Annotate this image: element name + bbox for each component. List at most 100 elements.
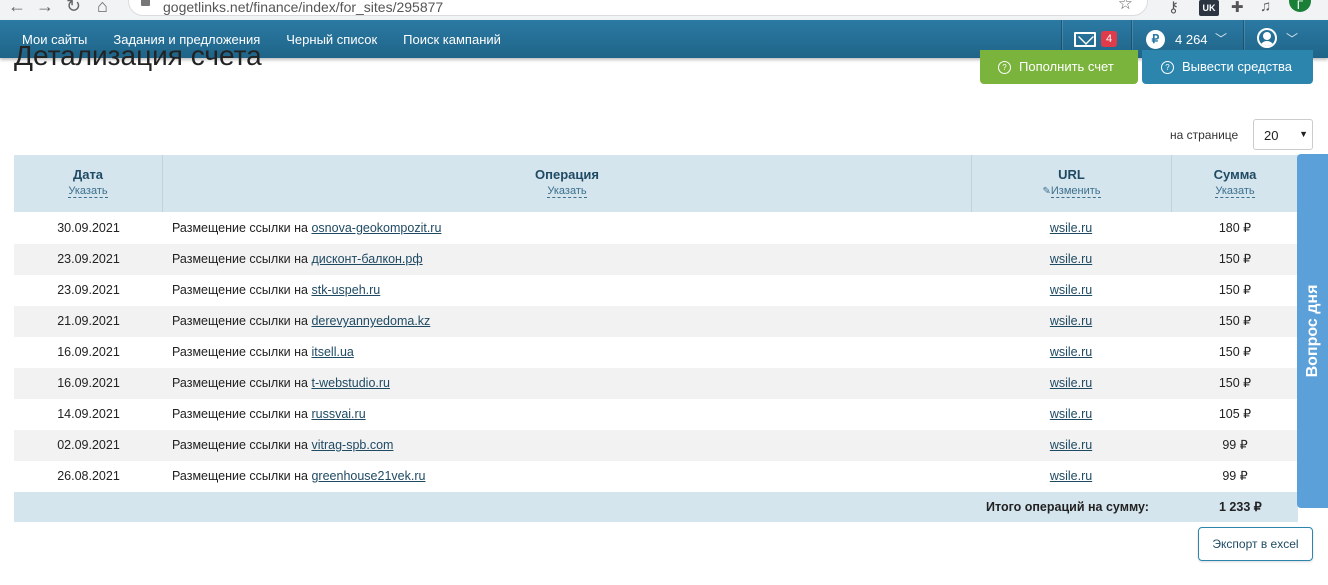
column-url-change[interactable]: Изменить [1050,185,1101,198]
table-row: 16.09.2021 Размещение ссылки на t-webstud… [14,368,1298,399]
user-chevron-down-icon[interactable]: ﹀ [1286,30,1298,47]
row-url-link[interactable]: wsile.ru [1050,407,1092,421]
row-url-link[interactable]: wsile.ru [1050,438,1092,452]
row-site-link[interactable]: itsell.ua [311,345,353,359]
row-date: 02.09.2021 [57,438,120,452]
address-bar[interactable]: gogetlinks.net/finance/index/for_sites/2… [128,0,1148,16]
row-operation: Размещение ссылки на itsell.ua [172,337,354,368]
mail-count-badge[interactable]: 4 [1101,31,1117,47]
extension-key-icon[interactable]: ⚷ [1168,0,1179,16]
column-sum-title: Сумма [1213,167,1257,182]
table-row: 21.09.2021 Размещение ссылки на derevyann… [14,306,1298,337]
row-url: wsile.ru [971,461,1171,492]
bookmark-star-icon[interactable]: ☆ [1118,0,1133,14]
pencil-icon[interactable]: ✎ [1042,186,1050,197]
address-url[interactable]: gogetlinks.net/finance/index/for_sites/2… [163,0,443,15]
column-url: URL ✎Изменить [972,155,1172,212]
row-date: 16.09.2021 [57,345,120,359]
row-operation: Размещение ссылки на greenhouse21vek.ru [172,461,425,492]
row-operation-text: Размещение ссылки на [172,314,308,328]
column-date-title: Дата [72,167,104,182]
row-url-link[interactable]: wsile.ru [1050,252,1092,266]
export-excel-button[interactable]: Экспорт в excel [1198,527,1313,561]
media-playlist-icon[interactable]: ♫ [1260,0,1271,15]
table-row: 26.08.2021 Размещение ссылки на greenhous… [14,461,1298,492]
row-url: wsile.ru [971,275,1171,306]
row-sum: 150 ₽ [1218,252,1252,266]
question-of-day-tab[interactable]: Вопрос дня [1297,154,1328,508]
row-site-link[interactable]: дисконт-балкон.рф [311,252,422,266]
row-url-link[interactable]: wsile.ru [1050,345,1092,359]
dropdown-arrow-icon: ▼ [1299,129,1308,139]
row-operation: Размещение ссылки на дисконт-балкон.рф [172,244,423,275]
column-date: Дата Указать [14,155,163,212]
account-balance[interactable]: 4 264 [1175,32,1208,47]
row-site-link[interactable]: t-webstudio.ru [311,376,390,390]
back-icon[interactable]: ← [8,0,26,17]
mail-icon[interactable] [1074,32,1096,47]
row-url-link[interactable]: wsile.ru [1050,314,1092,328]
row-date: 30.09.2021 [57,221,120,235]
row-date: 26.08.2021 [57,469,120,483]
per-page-select[interactable]: 20 ▼ [1253,119,1313,150]
row-url-link[interactable]: wsile.ru [1050,469,1092,483]
row-operation-text: Размещение ссылки на [172,407,308,421]
browser-profile-avatar[interactable]: Г [1289,0,1311,12]
row-url: wsile.ru [971,368,1171,399]
row-url: wsile.ru [971,399,1171,430]
withdraw-button[interactable]: ? Вывести средства [1142,50,1313,84]
topup-button[interactable]: ? Пополнить счет [980,50,1138,84]
row-site-link[interactable]: derevyannyedoma.kz [311,314,430,328]
row-operation-text: Размещение ссылки на [172,345,308,359]
row-site-link[interactable]: osnova-geokompozit.ru [311,221,441,235]
row-sum: 150 ₽ [1218,376,1252,390]
row-operation-text: Размещение ссылки на [172,283,308,297]
total-label: Итого операций на сумму: [986,500,1149,514]
column-operation-filter[interactable]: Указать [547,185,587,198]
row-operation-text: Размещение ссылки на [172,376,308,390]
reload-icon[interactable]: ↻ [66,0,81,17]
row-operation: Размещение ссылки на vitrag-spb.com [172,430,393,461]
per-page-value: 20 [1264,128,1279,143]
ruble-icon[interactable]: ₽ [1146,30,1165,49]
user-icon[interactable] [1257,28,1277,48]
column-date-filter[interactable]: Указать [68,185,108,198]
table-row: 30.09.2021 Размещение ссылки на osnova-ge… [14,213,1298,244]
row-site-link[interactable]: stk-uspeh.ru [311,283,380,297]
help-icon: ? [998,61,1011,74]
table-row: 16.09.2021 Размещение ссылки на itsell.ua… [14,337,1298,368]
row-url-link[interactable]: wsile.ru [1050,221,1092,235]
column-sum-filter[interactable]: Указать [1215,185,1255,198]
table-row: 14.09.2021 Размещение ссылки на russvai.r… [14,399,1298,430]
row-sum: 150 ₽ [1218,345,1252,359]
help-icon: ? [1161,61,1174,74]
row-url-link[interactable]: wsile.ru [1050,376,1092,390]
row-sum: 99 ₽ [1222,438,1248,452]
row-operation: Размещение ссылки на derevyannyedoma.kz [172,306,430,337]
row-operation-text: Размещение ссылки на [172,469,308,483]
row-sum: 150 ₽ [1218,283,1252,297]
row-url-link[interactable]: wsile.ru [1050,283,1092,297]
row-site-link[interactable]: greenhouse21vek.ru [311,469,425,483]
row-site-link[interactable]: vitrag-spb.com [311,438,393,452]
row-sum: 150 ₽ [1218,314,1252,328]
row-url: wsile.ru [971,337,1171,368]
per-page-label: на странице [1170,128,1239,142]
table-header: Дата Указать Операция Указать URL ✎Измен… [14,155,1298,212]
row-operation-text: Размещение ссылки на [172,221,308,235]
row-site-link[interactable]: russvai.ru [311,407,365,421]
extensions-puzzle-icon[interactable]: ✚ [1231,0,1244,16]
nav-blacklist[interactable]: Черный список [286,32,377,47]
row-sum: 99 ₽ [1222,469,1248,483]
balance-chevron-down-icon[interactable]: ﹀ [1215,30,1227,47]
page-title: Детализация счета [14,40,262,71]
column-operation: Операция Указать [163,155,972,212]
row-date: 16.09.2021 [57,376,120,390]
row-url: wsile.ru [971,430,1171,461]
lock-icon [141,0,150,6]
nav-campaign-search[interactable]: Поиск кампаний [403,32,501,47]
home-icon[interactable]: ⌂ [97,0,108,17]
extension-uk-icon[interactable]: UK [1199,0,1219,16]
column-sum: Сумма Указать [1172,155,1298,212]
forward-icon[interactable]: → [36,0,54,17]
